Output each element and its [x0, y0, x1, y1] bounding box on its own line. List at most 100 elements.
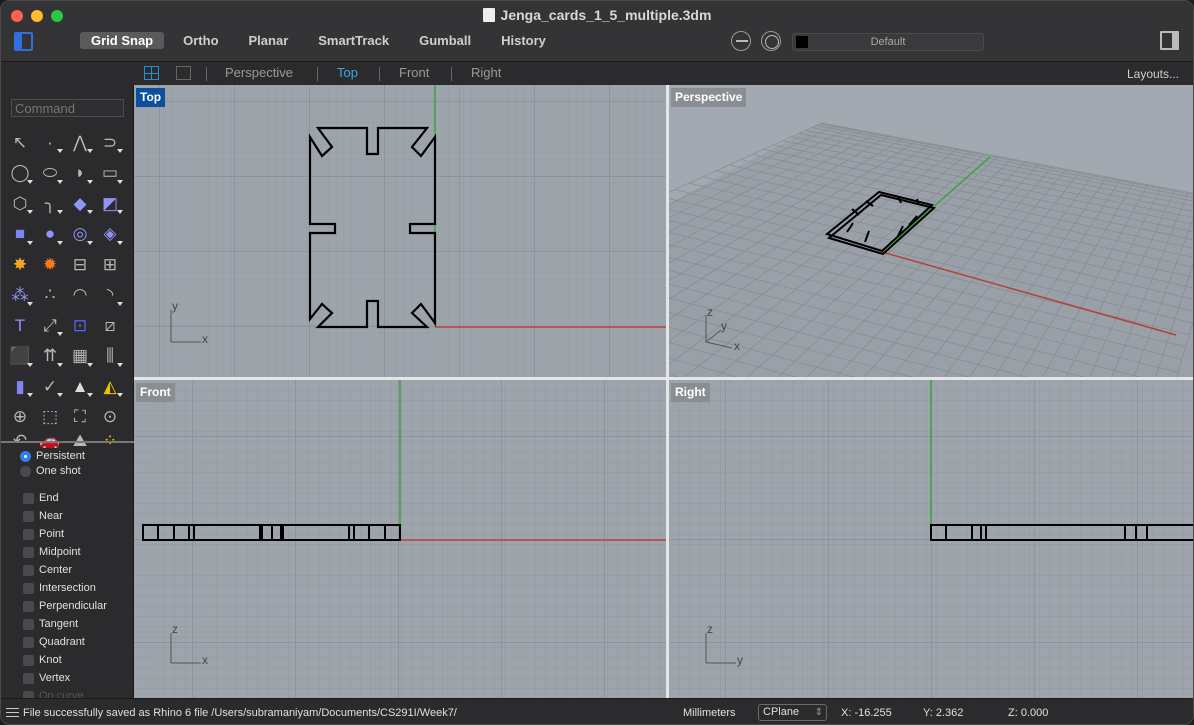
osnap-persistent-option[interactable]: Persistent	[20, 450, 85, 462]
tool-sphere-button[interactable]: ●	[35, 219, 65, 249]
flyout-indicator-icon[interactable]	[27, 210, 33, 214]
tool-circle-button[interactable]: ◯	[5, 158, 35, 188]
tool-zoom-extents-button[interactable]: ⛶	[65, 402, 95, 432]
tool-zoom-selected-button[interactable]: ⊙	[95, 402, 125, 432]
flyout-indicator-icon[interactable]	[27, 179, 33, 184]
tool-surface-corner-button[interactable]: ◆	[65, 188, 95, 218]
osnap-center-checkbox[interactable]: Center	[23, 564, 72, 576]
viewport-splitter-vertical[interactable]	[666, 85, 669, 698]
command-input[interactable]	[11, 99, 124, 117]
planar-toggle[interactable]: Planar	[238, 32, 300, 49]
gumball-toggle[interactable]: Gumball	[408, 32, 482, 49]
osnap-tangent-checkbox[interactable]: Tangent	[23, 618, 78, 630]
history-toggle[interactable]: History	[490, 32, 557, 49]
tool-car-button[interactable]: 🚗	[35, 432, 65, 448]
flyout-indicator-icon[interactable]	[87, 210, 93, 214]
tool-explode-button[interactable]: ✸	[5, 249, 35, 279]
flyout-indicator-icon[interactable]	[87, 240, 93, 245]
checkbox[interactable]	[23, 546, 34, 558]
checkbox[interactable]	[23, 636, 34, 648]
tool-rectangle-button[interactable]: ▭	[95, 158, 125, 188]
units-label[interactable]: Millimeters	[683, 707, 736, 719]
flyout-indicator-icon[interactable]	[117, 240, 123, 245]
tool-mesh-button[interactable]: ◈	[95, 219, 125, 249]
checkbox[interactable]	[23, 510, 34, 522]
flyout-indicator-icon[interactable]	[117, 301, 123, 306]
flyout-indicator-icon[interactable]	[87, 179, 93, 184]
tool-offset-button[interactable]: ◠	[65, 280, 95, 310]
tool-undo-view-button[interactable]: ↶	[5, 432, 35, 448]
grid-snap-toggle[interactable]: Grid Snap	[80, 32, 165, 49]
tool-split-button[interactable]: ⊞	[95, 249, 125, 279]
osnap-near-checkbox[interactable]: Near	[23, 510, 63, 522]
viewport-top[interactable]: y x Top	[134, 85, 666, 377]
tool-select-button[interactable]: ↖	[5, 127, 35, 157]
command-history-icon[interactable]	[6, 708, 19, 717]
tool-point-button[interactable]: ·	[35, 127, 65, 157]
viewport-label-right[interactable]: Right	[671, 383, 710, 402]
tool-render-material-button[interactable]: ▮	[5, 371, 35, 401]
tool-cylinder-button[interactable]: ◎	[65, 219, 95, 249]
ortho-toggle[interactable]: Ortho	[172, 32, 229, 49]
flyout-indicator-icon[interactable]	[57, 149, 63, 153]
checkbox[interactable]	[23, 582, 34, 594]
osnap-one-shot-option[interactable]: One shot	[20, 465, 81, 477]
layouts-button[interactable]: Layouts...	[1127, 67, 1179, 81]
radio-button[interactable]	[20, 465, 31, 477]
osnap-midpoint-checkbox[interactable]: Midpoint	[23, 546, 81, 558]
cplane-selector[interactable]: CPlane	[758, 704, 827, 721]
panel-toggle-icon[interactable]	[1160, 31, 1179, 50]
viewport-label-perspective[interactable]: Perspective	[671, 88, 747, 107]
tool-scale-button[interactable]: ⤢	[35, 310, 65, 340]
tool-rebuild-button[interactable]: ◝	[95, 280, 125, 310]
tool-arc-button[interactable]: ◗	[65, 158, 95, 188]
osnap-toggle-icon[interactable]	[731, 31, 751, 51]
flyout-indicator-icon[interactable]	[87, 362, 93, 367]
tool-shapes-button[interactable]: ▲	[65, 371, 95, 401]
flyout-indicator-icon[interactable]	[57, 393, 63, 397]
checkbox[interactable]	[23, 492, 34, 504]
tab-perspective[interactable]: Perspective	[225, 65, 293, 80]
smarttrack-toggle[interactable]: SmartTrack	[307, 32, 400, 49]
flyout-indicator-icon[interactable]	[27, 362, 33, 367]
tool-array-button[interactable]: ⊡	[65, 310, 95, 340]
tab-front[interactable]: Front	[399, 65, 429, 80]
viewport-label-front[interactable]: Front	[136, 383, 175, 402]
tool-zoom-window-button[interactable]: ⬚	[35, 402, 65, 432]
tool-grid-array-button[interactable]: ▦	[65, 341, 95, 371]
osnap-perpendicular-checkbox[interactable]: Perpendicular	[23, 600, 107, 612]
flyout-indicator-icon[interactable]	[57, 210, 63, 214]
flyout-indicator-icon[interactable]	[87, 393, 93, 397]
tool-properties-button[interactable]: ◭	[95, 371, 125, 401]
flyout-indicator-icon[interactable]	[87, 149, 93, 153]
tool-boolean-union-button[interactable]: ⁂	[5, 280, 35, 310]
checkbox[interactable]	[23, 618, 34, 630]
tool-box-button[interactable]: ■	[5, 219, 35, 249]
tool-check-button[interactable]: ✓	[35, 371, 65, 401]
checkbox[interactable]	[23, 600, 34, 612]
checkbox[interactable]	[23, 654, 34, 666]
viewport-label-top[interactable]: Top	[136, 88, 166, 107]
tool-trim-button[interactable]: ⊟	[65, 249, 95, 279]
tool-mirror-button[interactable]: ⧄	[95, 310, 125, 340]
osnap-point-checkbox[interactable]: Point	[23, 528, 64, 540]
tool-curve-button[interactable]: ⊃	[95, 127, 125, 157]
flyout-indicator-icon[interactable]	[27, 393, 33, 397]
tool-group-button[interactable]: ∴	[35, 280, 65, 310]
flyout-indicator-icon[interactable]	[117, 210, 123, 214]
viewport-right[interactable]: z y Right	[669, 380, 1193, 698]
current-layer-selector[interactable]: Default	[792, 33, 984, 51]
tool-extrude-normal-button[interactable]: ⇈	[35, 341, 65, 371]
tool-points-on-button[interactable]: ⁘	[95, 432, 125, 448]
checkbox[interactable]	[23, 672, 34, 684]
flyout-indicator-icon[interactable]	[57, 179, 63, 184]
tool-ellipse-button[interactable]: ⬭	[35, 158, 65, 188]
tool-text-button[interactable]: T	[5, 310, 35, 340]
viewport-front[interactable]: z x Front	[134, 380, 666, 698]
tool-polyline-button[interactable]: ⋀	[65, 127, 95, 157]
flyout-indicator-icon[interactable]	[27, 301, 33, 306]
flyout-indicator-icon[interactable]	[117, 149, 123, 153]
osnap-end-checkbox[interactable]: End	[23, 492, 59, 504]
tool-zoom-in-out-button[interactable]: ⊕	[5, 402, 35, 432]
osnap-vertex-checkbox[interactable]: Vertex	[23, 672, 70, 684]
